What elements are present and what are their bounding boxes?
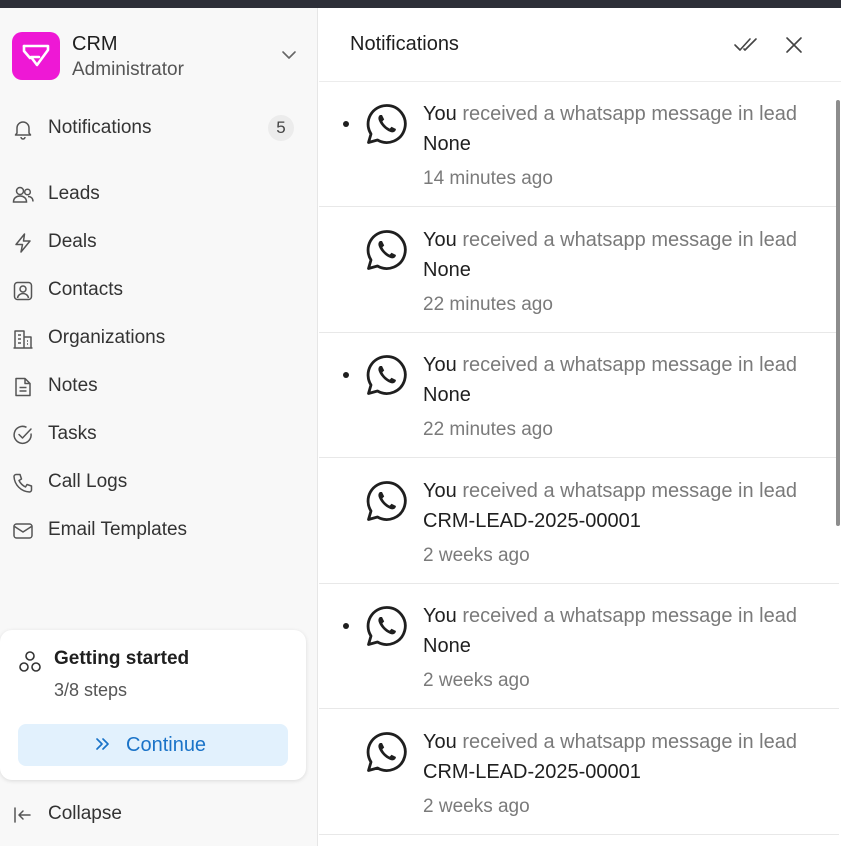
crm-logo (12, 32, 60, 80)
sidebar-item-notes[interactable]: Notes (8, 366, 302, 406)
note-icon (15, 377, 31, 397)
notification-actor: You (423, 228, 457, 251)
notifications-header: Notifications (319, 8, 841, 82)
panel-title: Notifications (350, 33, 459, 55)
sidebar-item-label: Organizations (48, 327, 166, 348)
continue-label: Continue (126, 734, 207, 756)
collapse-button[interactable]: Collapse (8, 794, 302, 834)
lightning-icon (15, 233, 31, 253)
whatsapp-icon (366, 606, 407, 646)
unread-dot (343, 121, 349, 127)
notification-message: You received a whatsapp message in lead … (423, 350, 803, 410)
notification-time: 2 weeks ago (423, 544, 530, 566)
notification-time: 14 minutes ago (423, 168, 553, 189)
notification-actor: You (423, 730, 457, 753)
notification-text: received a whatsapp message in lead (462, 103, 797, 125)
getting-started-title: Getting started (54, 648, 190, 669)
mark-all-read-icon[interactable] (733, 32, 759, 58)
notification-text: received a whatsapp message in lead (462, 479, 797, 502)
notification-message: You received a whatsapp message in lead … (423, 727, 803, 787)
collapse-arrow-icon (14, 807, 31, 823)
unread-dot (343, 623, 349, 629)
notification-reference: None (423, 133, 471, 155)
sidebar: CRM Administrator Notifications 5 Leads … (0, 8, 318, 846)
notification-item[interactable]: You received a whatsapp message in lead … (319, 459, 839, 584)
close-icon[interactable] (781, 32, 807, 58)
notification-actor: You (423, 103, 457, 125)
notification-reference: None (423, 635, 471, 657)
whatsapp-icon (366, 731, 407, 772)
sidebar-item-label: Call Logs (48, 471, 128, 492)
notification-reference: None (423, 258, 471, 281)
notification-reference: None (423, 384, 471, 406)
getting-started-steps: 3/8 steps (54, 680, 128, 700)
sidebar-item-email-templates[interactable]: Email Templates (8, 510, 302, 550)
contact-card-icon (13, 281, 33, 301)
notification-reference: CRM-LEAD-2025-00001 (423, 509, 641, 532)
notification-reference: CRM-LEAD-2025-00001 (423, 760, 641, 783)
sidebar-item-label: Leads (48, 183, 100, 204)
notification-message: You received a whatsapp message in lead … (423, 99, 803, 159)
scrollbar[interactable] (836, 100, 840, 526)
notification-message: You received a whatsapp message in lead … (423, 225, 803, 285)
sidebar-item-label: Email Templates (48, 519, 188, 540)
notification-message: You received a whatsapp message in lead … (423, 601, 803, 661)
notification-actor: You (423, 605, 457, 627)
continue-button[interactable]: Continue (18, 724, 288, 766)
notification-text: received a whatsapp message in lead (462, 730, 797, 753)
whatsapp-icon (366, 229, 407, 270)
getting-started-card: Getting started 3/8 steps Continue (0, 630, 306, 780)
collapse-label: Collapse (48, 803, 122, 824)
notification-time: 2 weeks ago (423, 795, 530, 817)
notification-item[interactable]: You received a whatsapp message in lead … (319, 710, 839, 835)
double-chevron-right-icon (96, 738, 109, 750)
notification-actor: You (423, 354, 457, 376)
check-circle-icon (13, 425, 32, 445)
sidebar-item-label: Notes (48, 375, 98, 396)
whatsapp-icon (366, 480, 407, 521)
notification-item[interactable]: You received a whatsapp message in lead … (319, 333, 839, 458)
notification-item[interactable]: You received a whatsapp message in lead … (319, 82, 839, 207)
notifications-panel: Notifications You received a whatsapp me… (319, 8, 841, 846)
app-switcher[interactable]: CRM Administrator (12, 32, 306, 86)
sidebar-item-deals[interactable]: Deals (8, 222, 302, 262)
sidebar-item-label: Contacts (48, 279, 123, 300)
unread-dot (343, 372, 349, 378)
sidebar-item-label: Notifications (48, 117, 152, 138)
notification-actor: You (423, 479, 457, 502)
sidebar-item-label: Deals (48, 231, 97, 252)
notification-item[interactable]: You received a whatsapp message in lead … (319, 584, 839, 709)
bell-icon (14, 121, 32, 140)
sidebar-item-label: Tasks (48, 423, 97, 444)
getting-started-icon (19, 651, 41, 672)
window-top-bar (0, 0, 841, 8)
notification-text: received a whatsapp message in lead (462, 354, 797, 376)
users-icon (12, 186, 34, 203)
notification-time: 2 weeks ago (423, 670, 530, 691)
sidebar-item-contacts[interactable]: Contacts (8, 270, 302, 310)
chevron-down-icon (282, 51, 296, 59)
whatsapp-icon (366, 355, 407, 395)
building-icon (13, 330, 33, 349)
notification-message: You received a whatsapp message in lead … (423, 476, 803, 536)
notification-text: received a whatsapp message in lead (462, 228, 797, 251)
notification-time: 22 minutes ago (423, 419, 553, 440)
notification-time: 22 minutes ago (423, 293, 553, 315)
user-role: Administrator (72, 59, 184, 80)
sidebar-item-leads[interactable]: Leads (8, 174, 302, 214)
sidebar-item-call-logs[interactable]: Call Logs (8, 462, 302, 502)
notification-item[interactable]: You received a whatsapp message in lead … (319, 208, 839, 333)
notification-count-badge: 5 (268, 115, 294, 141)
sidebar-item-notifications[interactable]: Notifications 5 (8, 108, 302, 148)
sidebar-item-tasks[interactable]: Tasks (8, 414, 302, 454)
app-name: CRM (72, 33, 118, 55)
mail-icon (13, 523, 33, 539)
notification-text: received a whatsapp message in lead (462, 605, 797, 627)
whatsapp-icon (366, 104, 407, 144)
phone-icon (13, 473, 33, 493)
sidebar-item-organizations[interactable]: Organizations (8, 318, 302, 358)
